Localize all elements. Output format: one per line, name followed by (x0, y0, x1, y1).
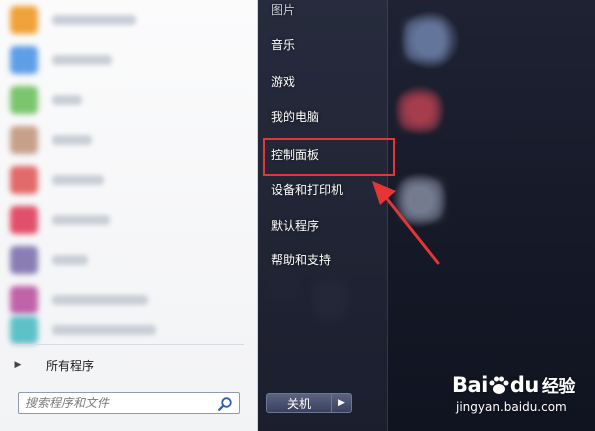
list-item[interactable] (0, 40, 258, 80)
program-label-blurred (52, 15, 136, 25)
start-menu-left-pane: ▶ 所有程序 (0, 0, 258, 431)
watermark-logo-du: du (509, 373, 539, 397)
shutdown-options-button[interactable]: ▶ (332, 393, 352, 413)
desktop-icon-blur (405, 20, 445, 60)
program-icon (10, 166, 38, 194)
program-label-blurred (52, 325, 156, 335)
red-arrow-annotation (372, 181, 440, 265)
program-label-blurred (52, 95, 82, 105)
program-icon (10, 206, 38, 234)
program-icon (10, 86, 38, 114)
program-label-blurred (52, 135, 92, 145)
menu-item-label: 帮助和支持 (271, 252, 332, 267)
all-programs-label: 所有程序 (46, 358, 95, 373)
program-icon (10, 46, 38, 74)
list-item[interactable] (0, 200, 258, 240)
watermark-logo-cn: 经验 (541, 377, 576, 397)
shutdown-group: 关机 ▶ (266, 393, 354, 413)
watermark-logo: Bai du 经验 (452, 372, 575, 397)
menu-item-games[interactable]: 游戏 (262, 66, 384, 96)
menu-item-label: 音乐 (271, 37, 296, 52)
program-icon (10, 246, 38, 274)
program-icon (10, 126, 38, 154)
program-icon (10, 316, 38, 344)
menu-item-label: 设备和打印机 (271, 182, 344, 197)
menu-item-label: 我的电脑 (271, 109, 320, 124)
search-icon[interactable] (217, 396, 233, 412)
program-label-blurred (52, 295, 148, 305)
program-label-blurred (52, 55, 112, 65)
list-item[interactable] (0, 240, 258, 280)
watermark-site: jingyan.baidu.com (456, 400, 567, 414)
menu-item-control-panel[interactable]: 控制面板 (262, 139, 384, 169)
list-item[interactable] (0, 160, 258, 200)
menu-item-label: 默认程序 (271, 218, 320, 233)
triangle-right-icon: ▶ (14, 360, 22, 370)
list-item[interactable] (0, 80, 258, 120)
paw-icon (489, 376, 509, 394)
triangle-right-icon: ▶ (338, 398, 345, 408)
recent-programs-list (0, 0, 258, 344)
shutdown-button[interactable]: 关机 (266, 393, 332, 413)
menu-item-my-computer[interactable]: 我的电脑 (262, 101, 384, 131)
list-item[interactable] (0, 0, 258, 40)
program-label-blurred (52, 255, 88, 265)
list-item[interactable] (0, 120, 258, 160)
baidu-jingyan-watermark: Bai du 经验 jingyan.baidu.com (452, 372, 592, 422)
desktop-icon-blur (400, 95, 438, 129)
program-label-blurred (52, 175, 104, 185)
watermark-logo-bai: Bai (452, 373, 488, 397)
menu-item-pictures[interactable]: 图片 (262, 0, 384, 24)
menu-item-music[interactable]: 音乐 (262, 29, 384, 59)
search-input[interactable] (25, 394, 211, 412)
program-icon (10, 6, 38, 34)
program-label-blurred (52, 215, 110, 225)
menu-item-label: 游戏 (271, 74, 296, 89)
menu-item-label: 图片 (271, 2, 296, 17)
search-box[interactable] (18, 392, 240, 414)
all-programs-button[interactable]: ▶ 所有程序 (8, 354, 248, 376)
menu-item-label: 控制面板 (271, 147, 320, 162)
divider (12, 344, 244, 345)
